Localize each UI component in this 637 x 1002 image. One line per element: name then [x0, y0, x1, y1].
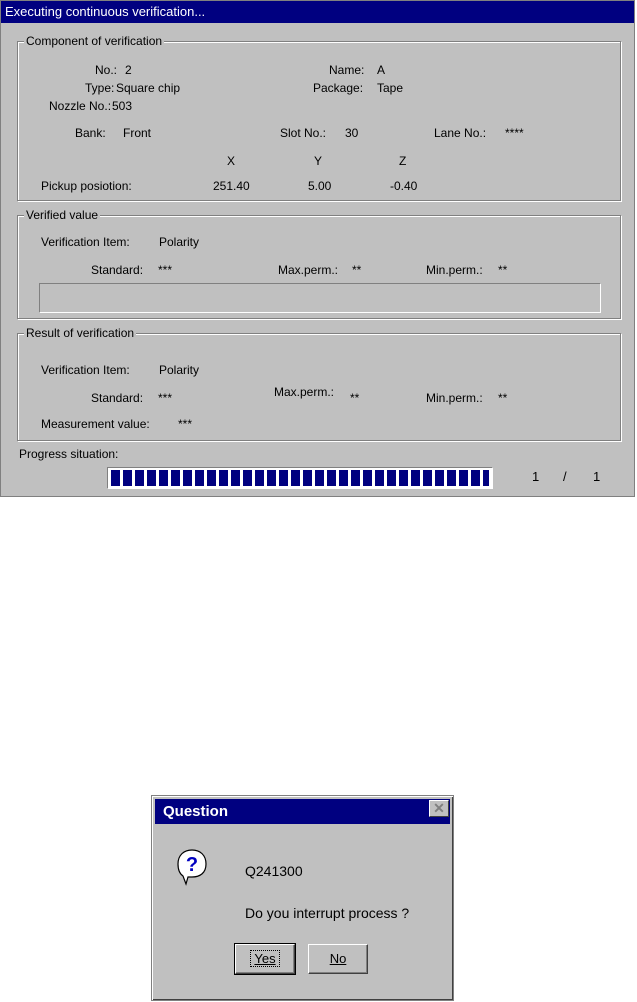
progress-total: 1 — [593, 469, 601, 484]
column-y-header: Y — [314, 154, 323, 168]
name-label: Name: — [329, 63, 365, 77]
lane-value: **** — [505, 126, 524, 140]
window-title: Executing continuous verification... — [1, 1, 634, 23]
close-icon: ✕ — [433, 800, 445, 816]
svg-text:?: ? — [186, 854, 198, 876]
nozzle-label: Nozzle No.: — [49, 99, 112, 113]
package-label: Package: — [313, 81, 364, 95]
verified-maxperm-value: ** — [352, 263, 362, 277]
progress-current: 1 — [532, 469, 540, 484]
result-legend: Result of verification — [24, 326, 137, 340]
dialog-title: Question — [155, 799, 450, 824]
no-label: No.: — [95, 63, 118, 77]
verified-maxperm-label: Max.perm.: — [278, 263, 339, 277]
yes-button[interactable]: Yes — [234, 943, 296, 975]
no-button-label: No — [329, 951, 347, 966]
verified-item-label: Verification Item: — [41, 235, 130, 249]
bank-value: Front — [123, 126, 152, 140]
type-value: Square chip — [116, 81, 181, 95]
yes-button-label: Yes — [250, 950, 280, 967]
measurement-label: Measurement value: — [41, 417, 150, 431]
column-z-header: Z — [399, 154, 407, 168]
pickup-x: 251.40 — [213, 179, 250, 193]
result-standard-value: *** — [158, 391, 173, 405]
verified-standard-value: *** — [158, 263, 173, 277]
result-maxperm-label: Max.perm.: — [274, 385, 335, 399]
verified-value-display — [39, 283, 601, 313]
result-maxperm-value: ** — [350, 391, 360, 405]
question-icon: ? — [172, 846, 212, 886]
close-button[interactable]: ✕ — [429, 800, 449, 817]
verified-minperm-label: Min.perm.: — [426, 263, 483, 277]
result-minperm-value: ** — [498, 391, 508, 405]
type-label: Type: — [85, 81, 115, 95]
progress-label: Progress situation: — [19, 447, 119, 461]
progress-bar — [107, 467, 493, 489]
column-x-header: X — [227, 154, 236, 168]
result-item-label: Verification Item: — [41, 363, 130, 377]
result-minperm-label: Min.perm.: — [426, 391, 483, 405]
bank-label: Bank: — [75, 126, 106, 140]
pickup-label: Pickup posiotion: — [41, 179, 132, 193]
question-dialog: Question ✕ ? Q241300 Do you interrupt pr… — [151, 795, 454, 1001]
verified-legend: Verified value — [24, 208, 101, 222]
package-value: Tape — [377, 81, 404, 95]
measurement-value: *** — [178, 417, 193, 431]
no-button[interactable]: No — [308, 944, 368, 974]
dialog-code: Q241300 — [245, 863, 303, 879]
lane-label: Lane No.: — [434, 126, 487, 140]
pickup-z: -0.40 — [390, 179, 418, 193]
result-item-value: Polarity — [159, 363, 200, 377]
verification-window: Executing continuous verification... Com… — [0, 0, 635, 497]
nozzle-value: 503 — [112, 99, 133, 113]
progress-fill — [111, 470, 489, 486]
result-standard-label: Standard: — [91, 391, 144, 405]
verified-item-value: Polarity — [159, 235, 200, 249]
component-legend: Component of verification — [24, 34, 165, 48]
progress-separator: / — [563, 469, 567, 484]
dialog-message: Do you interrupt process ? — [245, 905, 410, 921]
verified-minperm-value: ** — [498, 263, 508, 277]
pickup-y: 5.00 — [308, 179, 332, 193]
verified-standard-label: Standard: — [91, 263, 144, 277]
no-value: 2 — [125, 63, 132, 77]
slot-label: Slot No.: — [280, 126, 327, 140]
name-value: A — [377, 63, 386, 77]
slot-value: 30 — [345, 126, 359, 140]
